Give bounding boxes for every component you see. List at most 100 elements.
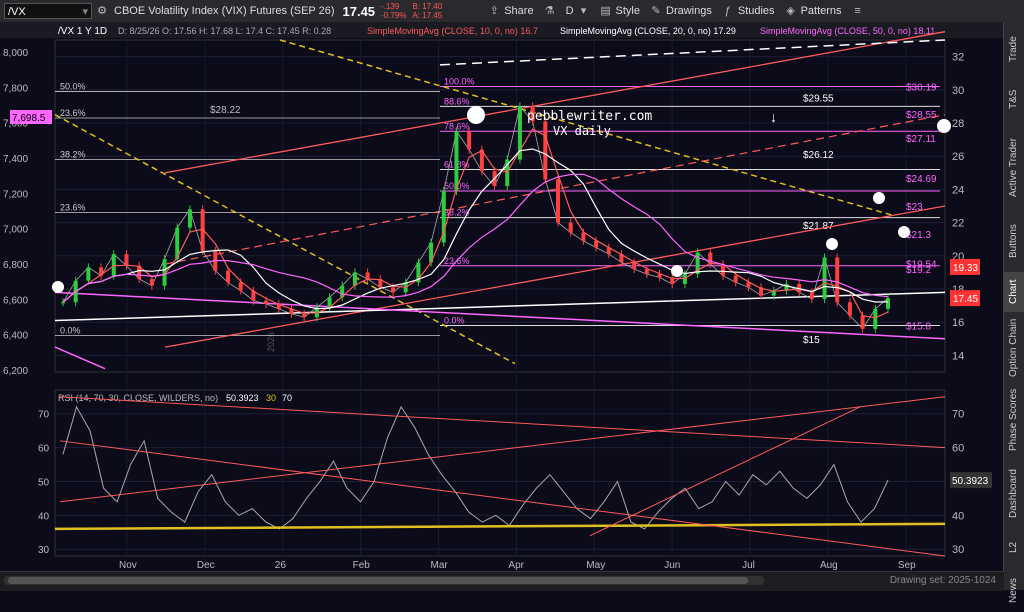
sidebar-tab-trade[interactable]: Trade bbox=[1004, 26, 1024, 72]
share-button[interactable]: ⇪ Share bbox=[488, 5, 534, 17]
last-price: 17.45 bbox=[342, 3, 376, 19]
rsi-right-tick: 60 bbox=[952, 443, 964, 455]
candle-body bbox=[302, 313, 307, 318]
sidebar-tab-option-chain[interactable]: Option Chain bbox=[1004, 318, 1024, 378]
rsi-right-tick: 30 bbox=[952, 544, 964, 556]
inner-level-label: $29.55 bbox=[803, 93, 834, 104]
candle-body bbox=[226, 270, 230, 283]
rsi-left-tick: 70 bbox=[38, 410, 50, 421]
candle-body bbox=[835, 257, 840, 303]
scroll-thumb[interactable] bbox=[8, 577, 748, 584]
sidebar-tab-dashboard[interactable]: Dashboard bbox=[1004, 462, 1024, 526]
change-percent: -0.79% bbox=[381, 11, 407, 20]
menu-button[interactable]: ≡ bbox=[852, 5, 864, 17]
level-28-22: $28.22 bbox=[210, 105, 241, 116]
ask-value: A: 17.45 bbox=[412, 11, 443, 20]
marker-circle bbox=[937, 119, 951, 133]
sidebar-tab-buttons[interactable]: Buttons bbox=[1004, 216, 1024, 266]
rsi-ob: 30 bbox=[266, 393, 276, 403]
left-axis-tick: 7,200 bbox=[3, 189, 28, 200]
symbol-input[interactable]: /VX ▾ bbox=[4, 3, 92, 19]
style-button[interactable]: ▤ Style bbox=[600, 5, 640, 17]
candle-body bbox=[581, 232, 586, 241]
timeframe-button[interactable]: D ▾ bbox=[566, 5, 590, 17]
drawing-set-label: Drawing set: 2025-1024 bbox=[889, 575, 996, 586]
studies-button[interactable]: ƒ Studies bbox=[722, 5, 775, 17]
dropdown-icon[interactable]: ▾ bbox=[82, 4, 88, 20]
sidebar-tab-phase-scores[interactable]: Phase Scores bbox=[1004, 384, 1024, 456]
ohlc-readout: D: 8/25/26 O: 17.56 H: 17.68 L: 17.4 C: … bbox=[118, 26, 331, 36]
rsi-left-tick: 60 bbox=[38, 444, 50, 455]
style-label: Style bbox=[615, 5, 640, 17]
sidebar-tab-news[interactable]: News bbox=[1004, 568, 1024, 612]
marker-circle bbox=[898, 226, 910, 238]
candle-body bbox=[187, 209, 192, 228]
left-fib-label: 23.6% bbox=[60, 203, 86, 213]
candle-body bbox=[556, 179, 560, 223]
marker-circle bbox=[873, 192, 885, 204]
candle-body bbox=[365, 272, 370, 280]
level-label: $27.11 bbox=[906, 134, 936, 145]
right-axis-tick: 14 bbox=[952, 350, 964, 362]
candle-body bbox=[149, 279, 154, 286]
sidebar-tab-chart[interactable]: Chart bbox=[1004, 272, 1024, 312]
level-label: $30.19 bbox=[906, 83, 937, 94]
candle-body bbox=[847, 302, 852, 316]
left-fib-label: 0.0% bbox=[60, 325, 81, 335]
bid-value: B: 17.40 bbox=[412, 2, 443, 11]
right-axis-tick: 30 bbox=[952, 85, 964, 97]
left-fib-label: 50.0% bbox=[60, 81, 86, 91]
candle-body bbox=[594, 240, 599, 248]
share-icon: ⇪ bbox=[489, 5, 499, 17]
candle-body bbox=[733, 275, 738, 283]
pencil-icon: ✎ bbox=[651, 5, 661, 17]
inner-level-label: $15 bbox=[803, 335, 820, 346]
right-axis-tick: 16 bbox=[952, 317, 964, 329]
candle-body bbox=[467, 131, 472, 150]
candle-body bbox=[632, 262, 637, 270]
price-tag-red: 19.33 bbox=[953, 263, 978, 274]
candle-body bbox=[886, 298, 890, 309]
change-block: -.139 -0.79% bbox=[381, 2, 406, 20]
marker-circle bbox=[52, 281, 64, 293]
candle-body bbox=[86, 267, 91, 281]
left-axis-tick: 8,000 bbox=[3, 48, 28, 59]
left-price-tag: 7,698.5 bbox=[12, 113, 46, 124]
sidebar-tab-l2[interactable]: L2 bbox=[1004, 532, 1024, 562]
flask-button[interactable]: ⚗ bbox=[544, 5, 556, 17]
timeframe-label: D bbox=[565, 5, 574, 17]
drawings-label: Drawings bbox=[666, 5, 712, 17]
left-axis-tick: 7,800 bbox=[3, 83, 28, 94]
chart-title: /VX 1 Y 1D bbox=[58, 26, 107, 37]
sidebar-tab-t-s[interactable]: T&S bbox=[1004, 78, 1024, 120]
right-axis-tick: 22 bbox=[952, 218, 964, 230]
symbol-description: CBOE Volatility Index (VIX) Futures (SEP… bbox=[114, 5, 335, 17]
share-label: Share bbox=[504, 5, 534, 17]
studies-icon: ƒ bbox=[724, 5, 731, 17]
gear-icon[interactable]: ⚙ bbox=[96, 5, 108, 17]
left-fib-label: 23.6% bbox=[60, 108, 86, 118]
drawings-button[interactable]: ✎ Drawings bbox=[650, 5, 712, 17]
chevron-down-icon: ▾ bbox=[580, 5, 587, 17]
rsi-left-tick: 30 bbox=[38, 545, 50, 556]
sidebar-tab-active-trader[interactable]: Active Trader bbox=[1004, 126, 1024, 210]
rsi-tag: 50.3923 bbox=[952, 476, 989, 487]
x-axis-tick: Jul bbox=[742, 560, 755, 571]
candle-body bbox=[111, 254, 116, 276]
patterns-label: Patterns bbox=[800, 5, 842, 17]
x-axis-tick: Dec bbox=[197, 560, 215, 571]
candle-body bbox=[543, 121, 548, 180]
flask-icon: ⚗ bbox=[544, 5, 555, 17]
patterns-button[interactable]: ◈ Patterns bbox=[785, 5, 842, 17]
fib-label: 0.0% bbox=[444, 316, 465, 326]
right-sidebar: Trade T&S Active Trader Buttons Chart Option … bbox=[1003, 22, 1024, 603]
rsi-left-tick: 40 bbox=[38, 511, 50, 522]
down-arrow-icon: ↓ bbox=[770, 109, 777, 125]
left-axis-tick: 6,600 bbox=[3, 295, 28, 306]
hamburger-icon: ≡ bbox=[854, 5, 861, 17]
time-scrollbar[interactable] bbox=[4, 576, 764, 585]
inner-level-label: $26.12 bbox=[803, 150, 834, 161]
chart-canvas[interactable]: /VX 1 Y 1D D: 8/25/26 O: 17.56 H: 17.68 L… bbox=[0, 22, 1004, 571]
left-fib-label: 38.2% bbox=[60, 150, 86, 160]
marker-circle bbox=[671, 265, 683, 277]
